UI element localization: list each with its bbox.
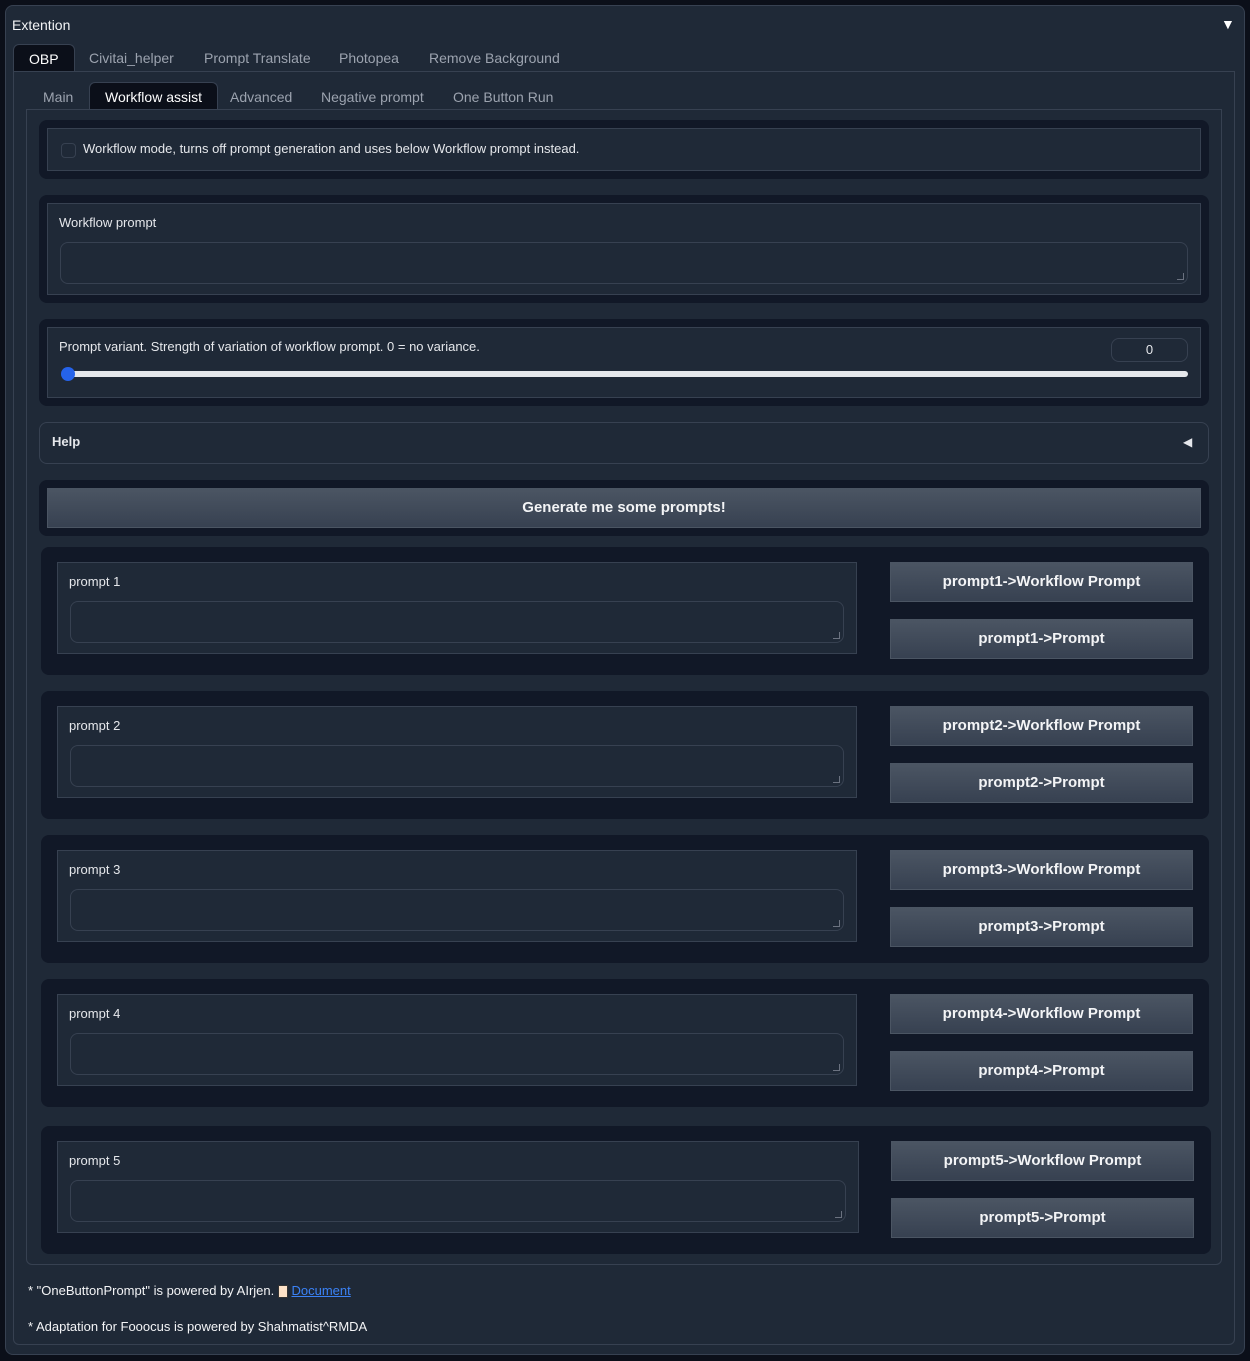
variant-slider-track[interactable] bbox=[62, 371, 1188, 377]
subtab-negative-prompt[interactable]: Negative prompt bbox=[306, 83, 439, 111]
workflow-prompt-input[interactable] bbox=[60, 242, 1188, 284]
panel-title: Extention bbox=[12, 17, 71, 33]
variant-label: Prompt variant. Strength of variation of… bbox=[59, 339, 480, 354]
book-icon bbox=[277, 1285, 288, 1299]
help-accordion[interactable] bbox=[39, 422, 1209, 464]
subtab-advanced[interactable]: Advanced bbox=[215, 83, 307, 111]
prompt-to-workflow-button[interactable]: prompt3->Workflow Prompt bbox=[890, 850, 1193, 890]
prompt-input[interactable] bbox=[70, 1180, 846, 1222]
prompt-input[interactable] bbox=[70, 601, 844, 643]
prompt-to-workflow-button[interactable]: prompt1->Workflow Prompt bbox=[890, 562, 1193, 602]
tab-photopea[interactable]: Photopea bbox=[324, 44, 414, 72]
prompt-to-prompt-button[interactable]: prompt2->Prompt bbox=[890, 763, 1193, 803]
variant-number-input[interactable]: 0 bbox=[1111, 338, 1188, 362]
footer-adaptation-line: * Adaptation for Fooocus is powered by S… bbox=[28, 1319, 368, 1334]
prompt-label: prompt 2 bbox=[69, 718, 121, 733]
subtab-workflow-assist[interactable]: Workflow assist bbox=[89, 82, 218, 110]
tab-prompt-translate[interactable]: Prompt Translate bbox=[189, 44, 326, 72]
prompt-to-prompt-button[interactable]: prompt4->Prompt bbox=[890, 1051, 1193, 1091]
variant-group bbox=[47, 327, 1201, 398]
tab-remove-background[interactable]: Remove Background bbox=[414, 44, 575, 72]
prompt-to-workflow-button[interactable]: prompt5->Workflow Prompt bbox=[891, 1141, 1194, 1181]
prompt-input[interactable] bbox=[70, 745, 844, 787]
prompt-input[interactable] bbox=[70, 1033, 844, 1075]
workflow-mode-checkbox[interactable] bbox=[61, 143, 76, 158]
document-link[interactable]: Document bbox=[292, 1283, 351, 1298]
prompt-label: prompt 4 bbox=[69, 1006, 121, 1021]
expand-triangle-icon[interactable]: ◀ bbox=[1183, 435, 1192, 449]
prompt-label: prompt 1 bbox=[69, 574, 121, 589]
workflow-prompt-label: Workflow prompt bbox=[59, 215, 157, 230]
subtab-one-button-run[interactable]: One Button Run bbox=[438, 83, 568, 111]
prompt-to-prompt-button[interactable]: prompt3->Prompt bbox=[890, 907, 1193, 947]
variant-slider-thumb[interactable] bbox=[61, 367, 75, 381]
prompt-label: prompt 3 bbox=[69, 862, 121, 877]
prompt-input[interactable] bbox=[70, 889, 844, 931]
prompt-to-workflow-button[interactable]: prompt4->Workflow Prompt bbox=[890, 994, 1193, 1034]
generate-button[interactable]: Generate me some prompts! bbox=[47, 488, 1201, 528]
help-label: Help bbox=[52, 434, 81, 449]
tab-obp[interactable]: OBP bbox=[13, 44, 75, 72]
prompt-to-prompt-button[interactable]: prompt5->Prompt bbox=[891, 1198, 1194, 1238]
subtab-main[interactable]: Main bbox=[28, 83, 88, 111]
tab-civitai-helper[interactable]: Civitai_helper bbox=[74, 44, 189, 72]
prompt-to-workflow-button[interactable]: prompt2->Workflow Prompt bbox=[890, 706, 1193, 746]
footer-credit-text: * "OneButtonPrompt" is powered by AIrjen… bbox=[28, 1283, 275, 1298]
prompt-to-prompt-button[interactable]: prompt1->Prompt bbox=[890, 619, 1193, 659]
workflow-mode-label: Workflow mode, turns off prompt generati… bbox=[83, 141, 580, 156]
footer-credit-line: * "OneButtonPrompt" is powered by AIrjen… bbox=[28, 1283, 351, 1299]
collapse-triangle-icon[interactable]: ▼ bbox=[1221, 16, 1235, 32]
prompt-label: prompt 5 bbox=[69, 1153, 121, 1168]
